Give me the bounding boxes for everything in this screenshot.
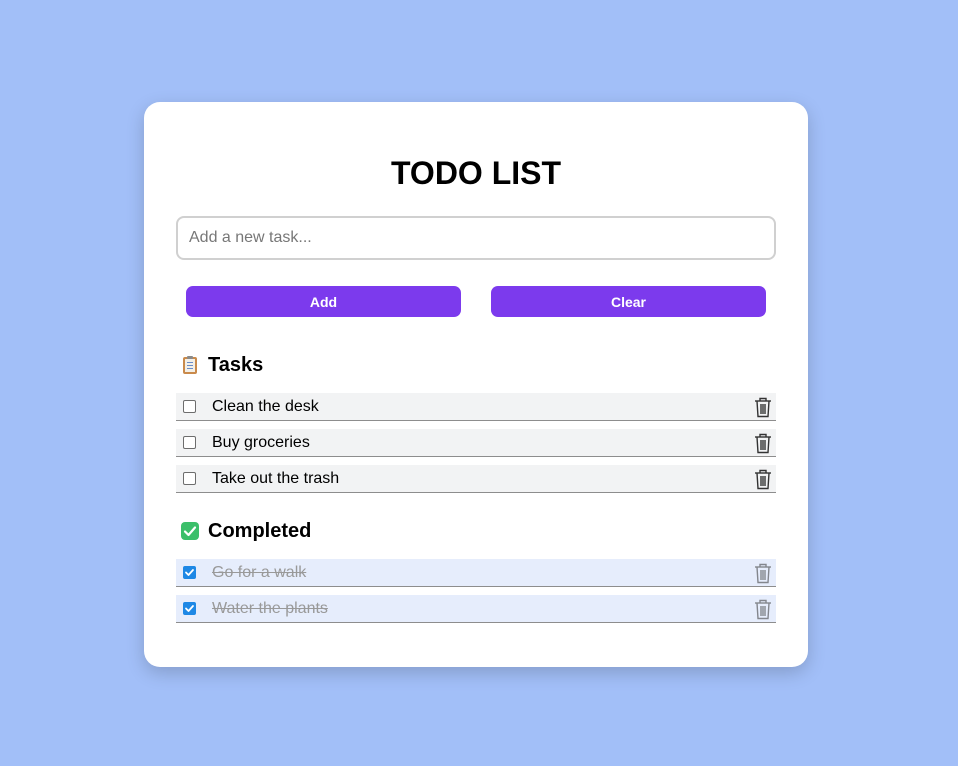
tasks-section-header: Tasks <box>176 353 776 377</box>
check-mark-icon <box>180 521 200 541</box>
task-row: Clean the desk <box>176 393 776 421</box>
task-text: Clean the desk <box>212 397 319 415</box>
tasks-section-label: Tasks <box>208 353 264 376</box>
task-checkbox[interactable] <box>183 472 196 485</box>
task-row: Take out the trash <box>176 465 776 493</box>
completed-task-row: Go for a walk <box>176 559 776 587</box>
trash-icon[interactable] <box>753 562 773 584</box>
clipboard-icon <box>180 355 200 375</box>
trash-icon[interactable] <box>753 396 773 418</box>
task-text: Go for a walk <box>212 563 307 581</box>
clear-button[interactable]: Clear <box>491 286 766 317</box>
checkmark-icon <box>185 605 194 612</box>
trash-icon[interactable] <box>753 598 773 620</box>
add-button[interactable]: Add <box>186 286 461 317</box>
completed-section-header: Completed <box>176 519 776 543</box>
task-text: Water the plants <box>212 599 328 617</box>
task-text: Take out the trash <box>212 469 340 487</box>
task-checkbox-checked[interactable] <box>183 566 196 579</box>
todo-card: TODO LIST Add Clear Tasks Clean the desk <box>144 102 808 667</box>
task-checkbox-checked[interactable] <box>183 602 196 615</box>
new-task-input[interactable] <box>176 216 776 260</box>
trash-icon[interactable] <box>753 468 773 490</box>
task-row: Buy groceries <box>176 429 776 457</box>
checkmark-icon <box>185 569 194 576</box>
button-row: Add Clear <box>176 286 776 317</box>
completed-task-row: Water the plants <box>176 595 776 623</box>
task-checkbox[interactable] <box>183 436 196 449</box>
completed-section-label: Completed <box>208 519 312 542</box>
pending-task-list: Clean the desk Buy groceries Take out th… <box>176 393 776 493</box>
completed-task-list: Go for a walk Water the plants <box>176 559 776 623</box>
page-title: TODO LIST <box>390 155 562 191</box>
trash-icon[interactable] <box>753 432 773 454</box>
task-text: Buy groceries <box>212 433 310 451</box>
task-checkbox[interactable] <box>183 400 196 413</box>
